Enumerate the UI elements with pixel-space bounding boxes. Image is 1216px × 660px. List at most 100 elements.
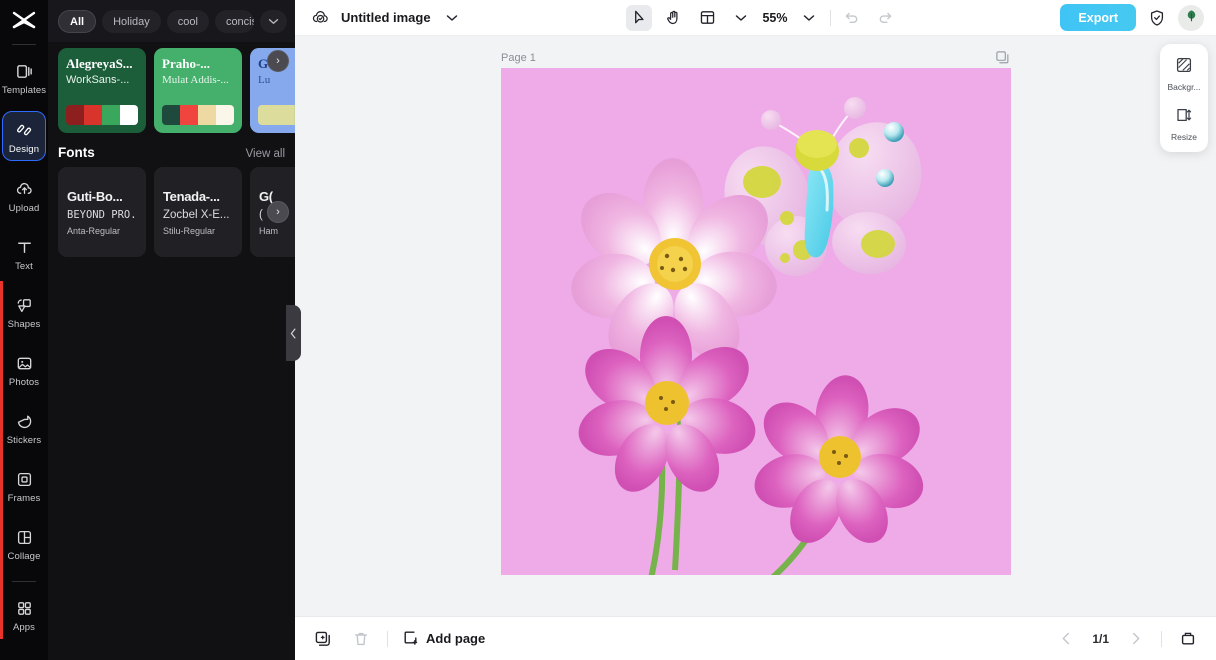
theme-card[interactable]: Praho-... Mulat Addis-... bbox=[154, 48, 242, 133]
artboard[interactable] bbox=[501, 68, 1011, 575]
filter-chip-holiday[interactable]: Holiday bbox=[102, 10, 161, 33]
font-card-line2: Zocbel X-E... bbox=[163, 208, 230, 221]
apps-grid-icon bbox=[13, 597, 35, 619]
sidebar-item-templates[interactable]: Templates bbox=[2, 53, 46, 101]
sidebar-item-label: Stickers bbox=[6, 435, 42, 446]
font-card-line1: Tenada-... bbox=[163, 188, 220, 204]
artboard-artwork bbox=[501, 68, 1011, 575]
sidebar-item-shapes[interactable]: Shapes bbox=[2, 287, 46, 335]
theme-card-subtitle: WorkSans-... bbox=[66, 74, 130, 87]
font-card-row: Guti-Bo... BEYOND PRO... Anta-Regular Te… bbox=[48, 167, 295, 257]
cloud-saved-icon[interactable] bbox=[307, 5, 333, 31]
font-row-next-button[interactable]: › bbox=[267, 201, 289, 223]
avatar-leaf-icon bbox=[1184, 8, 1199, 28]
theme-card[interactable]: AlegreyaS... WorkSans-... bbox=[58, 48, 146, 133]
filter-chip-concise[interactable]: concise bbox=[214, 10, 254, 33]
sidebar-item-label: Design bbox=[8, 144, 40, 155]
sidebar-item-design[interactable]: Design bbox=[2, 111, 46, 161]
sidebar-item-label: Apps bbox=[12, 622, 36, 633]
panel-collapse-handle[interactable] bbox=[286, 305, 301, 361]
toolbar-divider bbox=[829, 9, 831, 26]
shapes-icon bbox=[13, 294, 35, 316]
filter-chip-cool[interactable]: cool bbox=[166, 10, 209, 33]
font-card-line1: Guti-Bo... bbox=[67, 188, 123, 204]
fonts-view-all-link[interactable]: View all bbox=[246, 148, 285, 160]
sidebar-item-text[interactable]: Text bbox=[2, 229, 46, 277]
font-card-line3: Ham bbox=[259, 225, 279, 236]
undo-icon[interactable] bbox=[839, 5, 865, 31]
duplicate-page-icon[interactable] bbox=[995, 50, 1010, 70]
next-page-button[interactable] bbox=[1123, 627, 1147, 651]
chevron-down-icon[interactable] bbox=[260, 10, 287, 33]
collage-icon bbox=[13, 526, 35, 548]
font-card-line3: Anta-Regular bbox=[67, 225, 121, 236]
stickers-icon bbox=[13, 410, 35, 432]
sidebar-item-label: Frames bbox=[7, 493, 41, 504]
sidebar-item-label: Templates bbox=[1, 85, 47, 96]
design-panel: All Holiday cool concise AlegreyaS... Wo… bbox=[48, 0, 295, 660]
sidebar-item-photos[interactable]: Photos bbox=[2, 345, 46, 393]
page-indicator: 1/1 bbox=[1092, 631, 1109, 646]
prev-page-button[interactable] bbox=[1054, 627, 1078, 651]
theme-swatches bbox=[162, 105, 234, 125]
document-title[interactable]: Untitled image bbox=[341, 10, 431, 25]
theme-card-title: Praho-... bbox=[162, 57, 211, 71]
zoom-level[interactable]: 55% bbox=[762, 11, 787, 25]
trash-icon[interactable] bbox=[349, 627, 373, 651]
chevron-down-icon[interactable] bbox=[439, 5, 465, 31]
export-button[interactable]: Export bbox=[1060, 4, 1137, 31]
bottom-divider bbox=[387, 630, 388, 647]
background-button[interactable]: Backgr... bbox=[1161, 52, 1207, 96]
sidebar-item-upload[interactable]: Upload bbox=[2, 171, 46, 219]
page-label: Page 1 bbox=[501, 52, 536, 64]
avatar[interactable] bbox=[1178, 4, 1205, 31]
sidebar-item-apps[interactable]: Apps bbox=[2, 590, 46, 638]
capcut-logo-icon[interactable] bbox=[8, 6, 40, 36]
main-area: Untitled image 55% Export Page 1 Backgr.… bbox=[295, 0, 1216, 660]
cursor-select-icon[interactable] bbox=[626, 4, 653, 31]
theme-card-subtitle: Mulat Addis-... bbox=[162, 74, 229, 87]
timeline-icon[interactable] bbox=[1176, 627, 1200, 651]
font-card[interactable]: Guti-Bo... BEYOND PRO... Anta-Regular bbox=[58, 167, 146, 257]
sidebar-item-label: Photos bbox=[8, 377, 40, 388]
sidebar-item-collage[interactable]: Collage bbox=[2, 519, 46, 567]
layout-caret-icon[interactable] bbox=[728, 5, 754, 31]
theme-swatches bbox=[66, 105, 138, 125]
shield-check-icon[interactable] bbox=[1144, 5, 1170, 31]
layout-panel-icon[interactable] bbox=[694, 5, 720, 31]
photos-icon bbox=[13, 352, 35, 374]
upload-cloud-icon bbox=[13, 178, 35, 200]
canvas-quick-actions: Backgr... Resize bbox=[1160, 44, 1208, 152]
sidebar-item-label: Text bbox=[15, 261, 33, 272]
templates-icon bbox=[13, 60, 35, 82]
add-page-button[interactable]: Add page bbox=[402, 629, 485, 649]
rail-divider-top bbox=[12, 44, 36, 45]
zoom-caret-icon[interactable] bbox=[796, 5, 822, 31]
sidebar-item-frames[interactable]: Frames bbox=[2, 461, 46, 509]
font-card[interactable]: Tenada-... Zocbel X-E... Stilu-Regular bbox=[154, 167, 242, 257]
left-rail: Templates Design Upload Text Shapes Phot… bbox=[0, 0, 48, 660]
bottom-toolbar: Add page 1/1 bbox=[295, 616, 1216, 660]
theme-row-next-button[interactable]: › bbox=[267, 50, 289, 72]
sidebar-item-stickers[interactable]: Stickers bbox=[2, 403, 46, 451]
redo-icon[interactable] bbox=[873, 5, 899, 31]
resize-button[interactable]: Resize bbox=[1161, 102, 1207, 146]
hand-pan-icon[interactable] bbox=[660, 5, 686, 31]
text-icon bbox=[13, 236, 35, 258]
resize-icon bbox=[1175, 106, 1193, 129]
rail-divider-bottom bbox=[12, 581, 36, 582]
resize-label: Resize bbox=[1171, 132, 1197, 142]
app-root: Templates Design Upload Text Shapes Phot… bbox=[0, 0, 1216, 660]
fonts-section-header: Fonts View all bbox=[48, 133, 295, 167]
sidebar-item-label: Upload bbox=[8, 203, 40, 214]
canvas-area[interactable]: Page 1 Backgr... Resize bbox=[295, 36, 1216, 616]
theme-card-row: AlegreyaS... WorkSans-... Praho-... Mula… bbox=[48, 48, 295, 133]
theme-card-title: AlegreyaS... bbox=[66, 57, 133, 71]
frames-icon bbox=[13, 468, 35, 490]
theme-swatches bbox=[258, 105, 295, 125]
sidebar-item-label: Shapes bbox=[7, 319, 41, 330]
highlight-strip bbox=[0, 281, 3, 639]
duplicate-icon[interactable] bbox=[311, 627, 335, 651]
fonts-heading: Fonts bbox=[58, 145, 95, 160]
filter-chip-all[interactable]: All bbox=[58, 10, 97, 33]
